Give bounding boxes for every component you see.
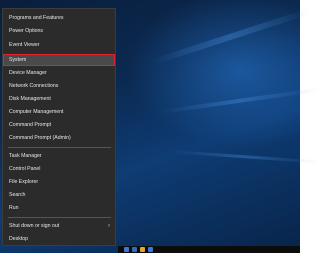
wallpaper-light-beam bbox=[169, 150, 320, 164]
taskbar-app-icon[interactable] bbox=[124, 247, 129, 252]
menu-item-device-manager[interactable]: Device Manager bbox=[3, 67, 115, 79]
menu-item-power-options[interactable]: Power Options bbox=[3, 25, 115, 37]
power-user-menu: Programs and Features Power Options Even… bbox=[2, 8, 116, 246]
menu-item-event-viewer[interactable]: Event Viewer bbox=[3, 39, 115, 51]
menu-separator bbox=[8, 147, 111, 148]
menu-item-run[interactable]: Run bbox=[3, 202, 115, 214]
taskbar bbox=[118, 246, 300, 253]
menu-item-system[interactable]: System bbox=[3, 54, 115, 66]
menu-item-search[interactable]: Search bbox=[3, 189, 115, 201]
wallpaper-light-beam bbox=[159, 87, 319, 114]
menu-separator bbox=[8, 217, 111, 218]
taskbar-app-icon[interactable] bbox=[132, 247, 137, 252]
menu-item-task-manager[interactable]: Task Manager bbox=[3, 150, 115, 162]
chevron-right-icon: › bbox=[108, 223, 110, 229]
menu-item-programs-and-features[interactable]: Programs and Features bbox=[3, 12, 115, 24]
menu-item-control-panel[interactable]: Control Panel bbox=[3, 163, 115, 175]
menu-item-file-explorer[interactable]: File Explorer bbox=[3, 176, 115, 188]
menu-item-desktop[interactable]: Desktop bbox=[3, 233, 115, 245]
menu-item-command-prompt-admin[interactable]: Command Prompt (Admin) bbox=[3, 132, 115, 144]
menu-item-shut-down-or-sign-out[interactable]: Shut down or sign out › bbox=[3, 220, 115, 232]
menu-item-disk-management[interactable]: Disk Management bbox=[3, 93, 115, 105]
menu-item-computer-management[interactable]: Computer Management bbox=[3, 106, 115, 118]
taskbar-app-icon[interactable] bbox=[140, 247, 145, 252]
wallpaper-light-beam bbox=[149, 7, 313, 66]
taskbar-app-icon[interactable] bbox=[148, 247, 153, 252]
menu-item-label: Shut down or sign out bbox=[9, 223, 60, 229]
menu-item-command-prompt[interactable]: Command Prompt bbox=[3, 119, 115, 131]
menu-item-network-connections[interactable]: Network Connections bbox=[3, 80, 115, 92]
